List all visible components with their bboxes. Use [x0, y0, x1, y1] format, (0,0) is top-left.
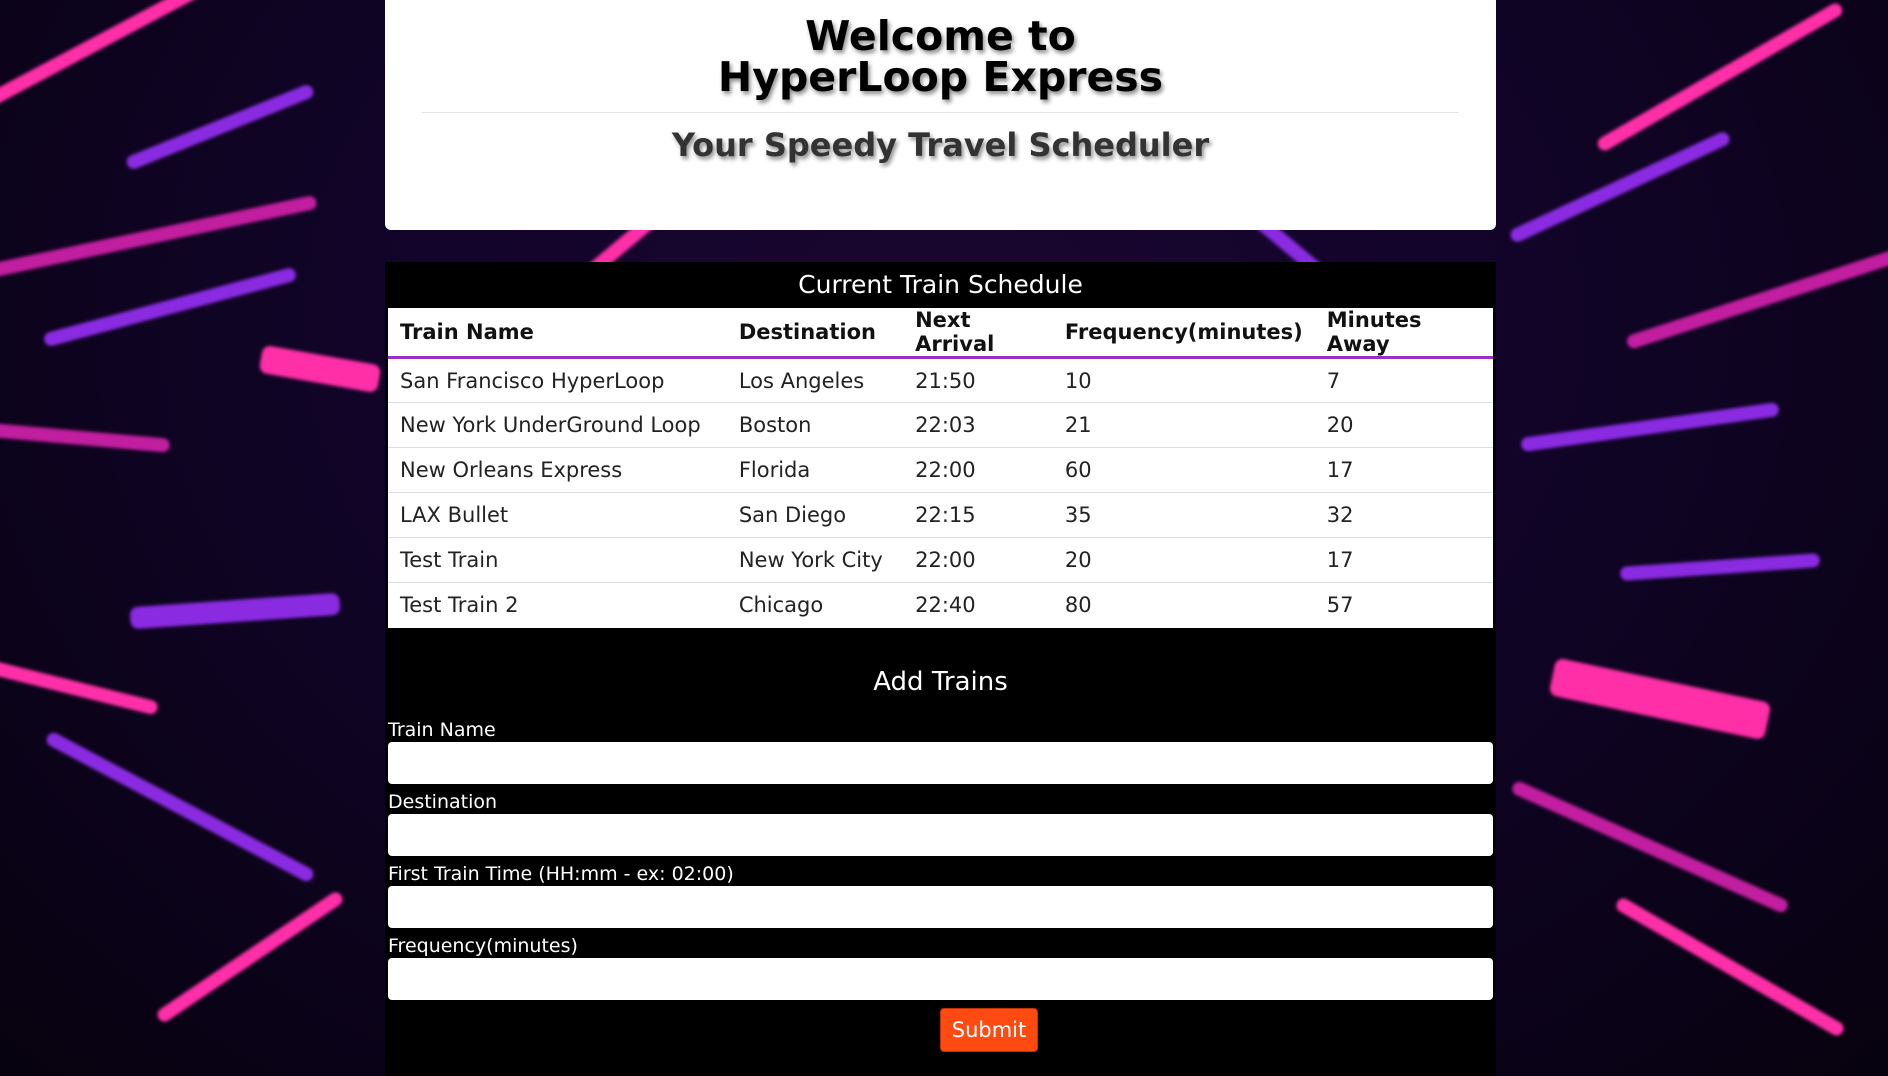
cell-train-name: LAX Bullet: [388, 492, 727, 538]
cell-destination: Florida: [726, 447, 904, 493]
cell-minutes-away: 20: [1314, 402, 1493, 448]
cell-train-name: San Francisco HyperLoop: [388, 357, 727, 403]
cell-minutes-away: 57: [1314, 582, 1493, 628]
cell-destination: Boston: [726, 402, 904, 448]
column-header-next-arrival: Next Arrival: [903, 308, 1053, 359]
cell-train-name: Test Train 2: [388, 582, 727, 628]
cell-frequency: 21: [1052, 402, 1315, 448]
cell-next-arrival: 22:15: [903, 492, 1053, 538]
frequency-input[interactable]: [388, 958, 1493, 1000]
table-row: New Orleans Express Florida 22:00 60 17: [388, 447, 1493, 493]
destination-input[interactable]: [388, 814, 1493, 856]
cell-destination: New York City: [726, 537, 904, 583]
schedule-title: Current Train Schedule: [798, 270, 1083, 299]
column-header-destination: Destination: [726, 308, 904, 359]
cell-frequency: 20: [1052, 537, 1315, 583]
table-row: New York UnderGround Loop Boston 22:03 2…: [388, 402, 1493, 448]
table-header-row: Train Name Destination Next Arrival Freq…: [388, 308, 1493, 359]
cell-destination: Los Angeles: [726, 357, 904, 403]
cell-minutes-away: 17: [1314, 447, 1493, 493]
cell-frequency: 80: [1052, 582, 1315, 628]
table-row: LAX Bullet San Diego 22:15 35 32: [388, 492, 1493, 538]
cell-minutes-away: 7: [1314, 357, 1493, 403]
cell-train-name: New York UnderGround Loop: [388, 402, 727, 448]
schedule-panel: Current Train Schedule Train Name Destin…: [385, 262, 1496, 1076]
table-row: Test Train 2 Chicago 22:40 80 57: [388, 582, 1493, 628]
cell-next-arrival: 22:40: [903, 582, 1053, 628]
train-name-label: Train Name: [388, 719, 496, 741]
cell-next-arrival: 22:00: [903, 537, 1053, 583]
cell-frequency: 35: [1052, 492, 1315, 538]
cell-next-arrival: 21:50: [903, 357, 1053, 403]
table-row: San Francisco HyperLoop Los Angeles 21:5…: [388, 357, 1493, 403]
column-header-train-name: Train Name: [388, 308, 727, 359]
submit-button[interactable]: Submit: [940, 1008, 1038, 1052]
column-header-minutes-away: Minutes Away: [1314, 308, 1493, 359]
first-train-time-input[interactable]: [388, 886, 1493, 928]
frequency-label: Frequency(minutes): [388, 935, 578, 957]
header-jumbotron: Welcome to HyperLoop Express Your Speedy…: [385, 0, 1496, 230]
cell-destination: Chicago: [726, 582, 904, 628]
cell-next-arrival: 22:00: [903, 447, 1053, 493]
cell-next-arrival: 22:03: [903, 402, 1053, 448]
add-trains-title: Add Trains: [873, 667, 1008, 697]
page-title-line1: Welcome to: [805, 12, 1076, 60]
page-title-line2: HyperLoop Express: [717, 53, 1164, 101]
first-train-time-label: First Train Time (HH:mm - ex: 02:00): [388, 863, 734, 885]
header-divider: [422, 112, 1459, 113]
cell-train-name: New Orleans Express: [388, 447, 727, 493]
page-title: Welcome to HyperLoop Express: [385, 16, 1496, 98]
cell-minutes-away: 17: [1314, 537, 1493, 583]
cell-destination: San Diego: [726, 492, 904, 538]
cell-minutes-away: 32: [1314, 492, 1493, 538]
table-row: Test Train New York City 22:00 20 17: [388, 537, 1493, 583]
train-name-input[interactable]: [388, 742, 1493, 784]
schedule-table: Train Name Destination Next Arrival Freq…: [388, 308, 1493, 628]
cell-train-name: Test Train: [388, 537, 727, 583]
cell-frequency: 10: [1052, 357, 1315, 403]
destination-label: Destination: [388, 791, 498, 813]
cell-frequency: 60: [1052, 447, 1315, 493]
page-subtitle: Your Speedy Travel Scheduler: [671, 126, 1210, 164]
column-header-frequency: Frequency(minutes): [1052, 308, 1315, 359]
